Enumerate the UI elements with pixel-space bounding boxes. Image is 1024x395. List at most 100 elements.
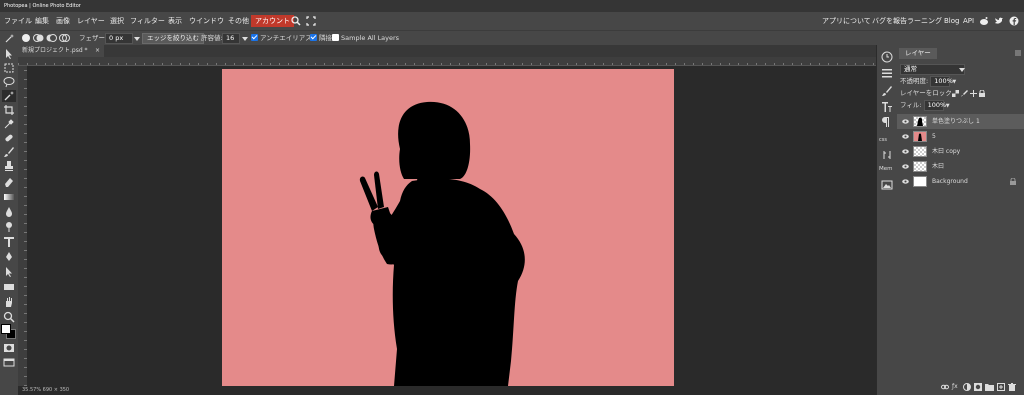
account-button[interactable]: アカウント — [251, 15, 294, 27]
layer-mask-icon[interactable] — [974, 383, 982, 393]
new-group-icon[interactable] — [985, 383, 994, 393]
visibility-eye-icon[interactable] — [902, 178, 909, 185]
new-layer-icon[interactable] — [997, 383, 1005, 393]
facebook-icon[interactable] — [1009, 16, 1019, 28]
twitter-icon[interactable] — [994, 16, 1004, 28]
layers-tab[interactable]: レイヤー — [899, 48, 937, 59]
layer-row[interactable]: 木曰 — [897, 159, 1024, 174]
type-tool-icon[interactable] — [2, 236, 16, 248]
menu-learning[interactable]: ラーニング — [907, 12, 942, 30]
menu-layer[interactable]: レイヤー — [77, 12, 105, 30]
link-layers-icon[interactable] — [941, 384, 949, 392]
menu-filter[interactable]: フィルター — [130, 12, 165, 30]
delete-layer-icon[interactable] — [1008, 383, 1016, 393]
refine-edge-button[interactable]: エッジを絞り込む — [142, 33, 204, 44]
layer-thumbnail — [913, 116, 927, 127]
opacity-dropdown-icon[interactable]: ▼ — [952, 79, 956, 85]
layer-effects-icon[interactable]: ƒx — [952, 383, 958, 390]
intersect-selection-icon[interactable] — [59, 33, 70, 45]
reddit-icon[interactable] — [979, 16, 989, 28]
close-tab-icon[interactable]: × — [95, 45, 100, 57]
memory-panel-label[interactable]: Mem — [879, 166, 893, 172]
lock-label: レイヤーをロック: — [900, 89, 954, 97]
lock-pixels-icon[interactable] — [961, 90, 968, 99]
lock-position-icon[interactable] — [970, 90, 977, 99]
menu-window[interactable]: ウインドウ — [189, 12, 224, 30]
image-panel-icon[interactable] — [880, 179, 894, 191]
fill-input[interactable]: 100% — [923, 100, 946, 111]
visibility-eye-icon[interactable] — [902, 163, 909, 170]
fullscreen-icon[interactable] — [306, 16, 316, 28]
visibility-eye-icon[interactable] — [902, 148, 909, 155]
tools-panel — [0, 45, 18, 395]
opacity-input[interactable]: 100% — [930, 76, 953, 87]
info-icon[interactable] — [880, 149, 894, 161]
subtract-selection-icon[interactable] — [46, 33, 57, 45]
visibility-eye-icon[interactable] — [902, 118, 909, 125]
menu-view[interactable]: 表示 — [168, 12, 182, 30]
screen-mode-icon[interactable] — [2, 356, 16, 368]
new-selection-icon[interactable] — [21, 33, 31, 45]
antialias-checkbox[interactable] — [251, 34, 258, 41]
lock-transparency-icon[interactable] — [952, 90, 959, 99]
menu-api[interactable]: API — [963, 12, 974, 30]
gradient-tool-icon[interactable] — [2, 191, 16, 203]
menu-more[interactable]: その他 — [228, 12, 249, 30]
properties-icon[interactable] — [880, 67, 894, 79]
css-panel-label[interactable]: css — [879, 137, 887, 143]
eyedropper-tool-icon[interactable] — [2, 118, 16, 130]
brush-settings-icon[interactable] — [880, 85, 894, 97]
menu-image[interactable]: 画像 — [56, 12, 70, 30]
crop-tool-icon[interactable] — [2, 104, 16, 116]
sample-all-layers-checkbox[interactable] — [332, 34, 339, 41]
feather-input[interactable]: 0 px — [105, 33, 133, 44]
lock-all-icon[interactable] — [979, 89, 985, 99]
adjustment-layer-icon[interactable] — [963, 383, 971, 393]
menu-report-bug[interactable]: バグを報告 — [872, 12, 907, 30]
zoom-tool-icon[interactable] — [2, 311, 16, 323]
menu-file[interactable]: ファイル — [4, 12, 32, 30]
path-select-tool-icon[interactable] — [2, 266, 16, 278]
lasso-tool-icon[interactable] — [2, 76, 16, 88]
brush-tool-icon[interactable] — [2, 146, 16, 158]
layer-row[interactable]: 木曰 copy — [897, 144, 1024, 159]
visibility-eye-icon[interactable] — [902, 133, 909, 140]
menu-edit[interactable]: 編集 — [35, 12, 49, 30]
blend-mode-select[interactable]: 通常 — [900, 64, 965, 75]
dodge-tool-icon[interactable] — [2, 221, 16, 233]
hand-tool-icon[interactable] — [2, 296, 16, 308]
fill-dropdown-icon[interactable]: ▼ — [946, 103, 950, 109]
panel-menu-icon[interactable] — [1015, 50, 1021, 56]
blend-mode-dropdown-icon[interactable] — [959, 67, 965, 75]
document-canvas[interactable] — [222, 69, 674, 386]
contiguous-checkbox[interactable] — [310, 34, 317, 41]
marquee-tool-icon[interactable] — [2, 62, 16, 74]
tolerance-input[interactable]: 16 — [222, 33, 240, 44]
shape-tool-icon[interactable] — [2, 281, 16, 293]
tolerance-dropdown-icon[interactable] — [242, 36, 248, 44]
healing-tool-icon[interactable] — [2, 132, 16, 144]
layer-row[interactable]: 5 — [897, 129, 1024, 144]
eraser-tool-icon[interactable] — [2, 176, 16, 188]
paragraph-icon[interactable] — [880, 116, 894, 128]
clone-stamp-tool-icon[interactable] — [2, 160, 16, 172]
layer-row[interactable]: 単色塗りつぶし 1 — [897, 114, 1024, 129]
pen-tool-icon[interactable] — [2, 251, 16, 263]
magic-wand-icon[interactable] — [5, 33, 15, 45]
history-icon[interactable] — [880, 51, 894, 63]
menu-bar: ファイル 編集 画像 レイヤー 選択 フィルター 表示 ウインドウ その他 アカ… — [0, 12, 1024, 30]
quick-mask-icon[interactable] — [2, 342, 16, 354]
menu-select[interactable]: 選択 — [110, 12, 124, 30]
magic-wand-tool-icon[interactable] — [2, 90, 16, 102]
blur-tool-icon[interactable] — [2, 206, 16, 218]
feather-dropdown-icon[interactable] — [134, 36, 140, 44]
move-tool-icon[interactable] — [2, 48, 16, 60]
menu-about[interactable]: アプリについて — [822, 12, 871, 30]
status-bar: 35.57% 690 × 350 — [18, 386, 876, 395]
add-selection-icon[interactable] — [33, 33, 44, 45]
layer-row[interactable]: Background — [897, 174, 1024, 189]
search-icon[interactable] — [291, 16, 301, 28]
document-tab[interactable]: 新規プロジェクト.psd * × — [18, 45, 104, 57]
menu-blog[interactable]: Blog — [944, 12, 959, 30]
character-icon[interactable] — [880, 101, 894, 113]
